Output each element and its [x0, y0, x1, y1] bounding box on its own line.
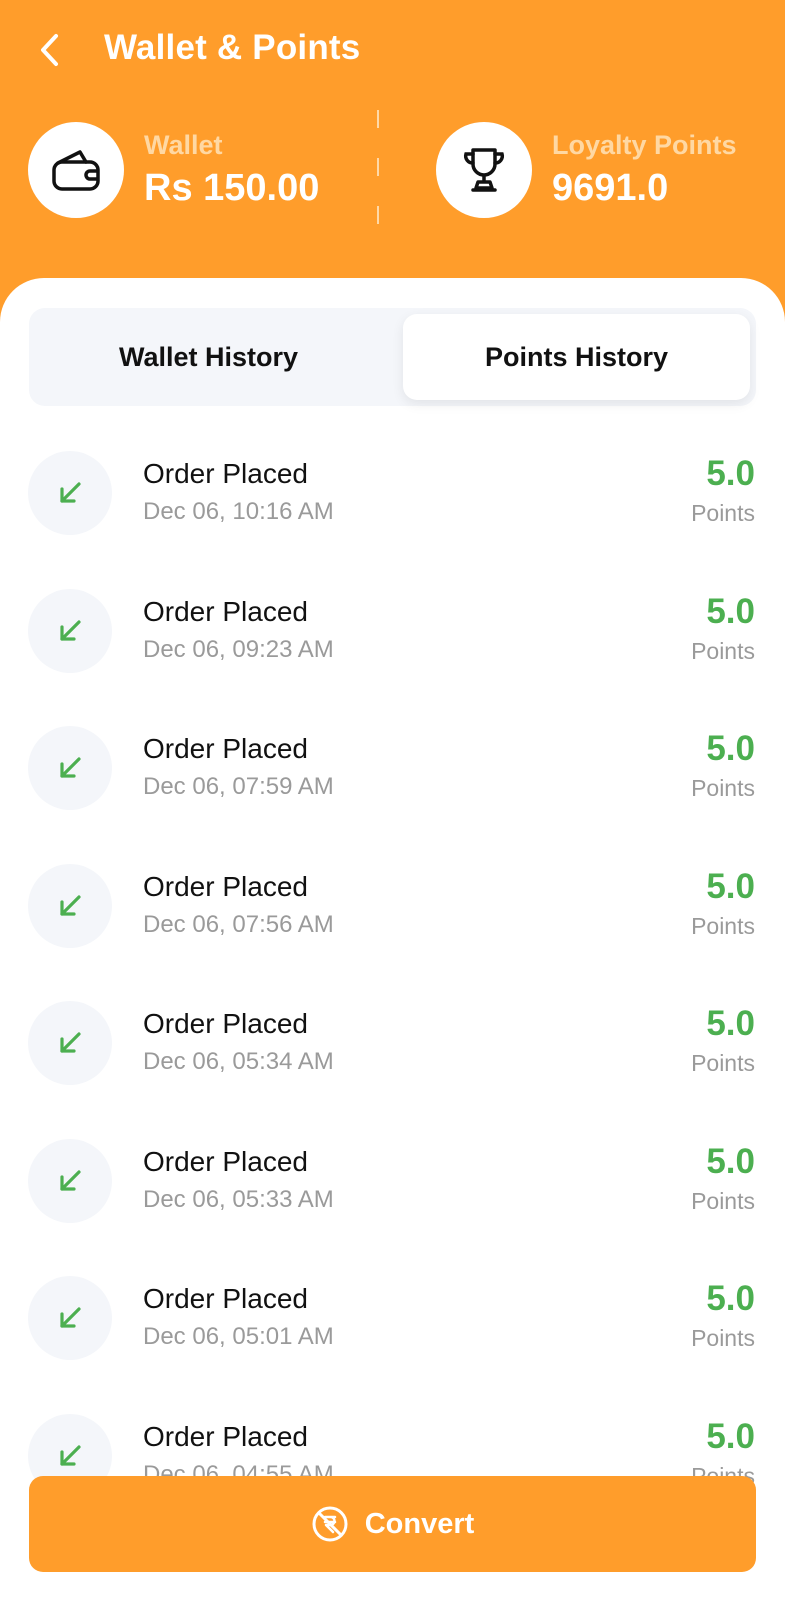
transaction-unit: Points [691, 637, 755, 664]
history-sheet: Wallet History Points History Order Plac… [0, 278, 785, 1600]
arrow-down-left-icon [60, 1169, 81, 1191]
tab-points-history[interactable]: Points History [403, 314, 750, 400]
transaction-unit: Points [691, 1050, 755, 1076]
list-item[interactable]: Order Placed Dec 06, 10:16 AM 5.0 Points [0, 438, 785, 576]
trophy-icon [463, 148, 505, 192]
transaction-title: Order Placed [143, 1145, 308, 1177]
transaction-unit: Points [691, 912, 755, 939]
wallet-text: Wallet Rs 150.00 [144, 130, 319, 210]
transaction-icon-circle [28, 1138, 112, 1223]
arrow-down-left-icon [60, 1307, 81, 1328]
convert-label: Convert [364, 1507, 475, 1540]
transaction-amount: 5.0 [706, 866, 755, 906]
page-title: Wallet & Points [104, 28, 361, 67]
transaction-icon-circle [28, 1001, 112, 1085]
arrow-down-left-icon [60, 1032, 81, 1053]
transaction-time: Dec 06, 05:33 AM [143, 1185, 334, 1213]
history-tabs: Wallet History Points History [29, 308, 756, 406]
transaction-title: Order Placed [143, 458, 308, 489]
convert-button[interactable]: Convert [29, 1476, 756, 1572]
arrow-down-left-icon [60, 482, 81, 503]
transaction-icon-circle [28, 451, 112, 535]
back-button[interactable] [32, 30, 68, 70]
transaction-amount: 5.0 [706, 1416, 755, 1456]
transaction-title: Order Placed [143, 1283, 308, 1314]
transaction-title: Order Placed [143, 733, 308, 764]
transaction-unit: Points [691, 500, 755, 526]
no-currency-icon [312, 1506, 348, 1542]
list-item[interactable]: Order Placed Dec 06, 07:59 AM 5.0 Points [0, 713, 785, 851]
summary-divider [377, 110, 379, 225]
points-history-list: Order Placed Dec 06, 10:16 AM 5.0 Points Ord… [0, 438, 785, 1600]
wallet-label: Wallet [144, 130, 223, 160]
list-item[interactable]: Order Placed Dec 06, 05:34 AM 5.0 Points [0, 988, 785, 1126]
transaction-title: Order Placed [143, 595, 308, 627]
transaction-icon-circle [28, 726, 112, 810]
points-summary: Loyalty Points 9691.0 [436, 110, 737, 230]
transaction-amount: 5.0 [706, 454, 755, 493]
wallet-summary: Wallet Rs 150.00 [28, 110, 319, 230]
trophy-icon-circle [436, 122, 532, 218]
transaction-unit: Points [691, 1325, 755, 1351]
arrow-down-left-icon [60, 1444, 81, 1466]
transaction-time: Dec 06, 09:23 AM [143, 635, 334, 663]
points-label: Loyalty Points [552, 130, 737, 160]
transaction-time: Dec 06, 10:16 AM [143, 498, 334, 525]
wallet-icon-circle [28, 122, 124, 218]
wallet-balance: Rs 150.00 [144, 167, 320, 209]
wallet-icon [52, 150, 100, 191]
transaction-amount: 5.0 [706, 591, 755, 631]
transaction-unit: Points [691, 1187, 755, 1214]
points-balance: 9691.0 [552, 167, 669, 209]
chevron-left-icon [41, 34, 58, 66]
points-text: Loyalty Points 9691.0 [552, 130, 737, 210]
arrow-down-left-icon [60, 757, 81, 778]
transaction-icon-circle [28, 863, 112, 948]
transaction-time: Dec 06, 05:01 AM [143, 1323, 334, 1350]
arrow-down-left-icon [60, 894, 81, 916]
transaction-icon-circle [28, 588, 112, 673]
transaction-title: Order Placed [143, 870, 308, 902]
transaction-time: Dec 06, 07:56 AM [143, 910, 334, 938]
balance-summary: Wallet Rs 150.00 Loyalty Points 9691.0 [0, 110, 785, 230]
transaction-amount: 5.0 [706, 1004, 755, 1043]
transaction-time: Dec 06, 07:59 AM [143, 773, 334, 800]
list-item[interactable]: Order Placed Dec 06, 05:01 AM 5.0 Points [0, 1263, 785, 1401]
transaction-title: Order Placed [143, 1420, 308, 1452]
transaction-amount: 5.0 [706, 729, 755, 768]
transaction-time: Dec 06, 05:34 AM [143, 1048, 334, 1075]
transaction-icon-circle [28, 1276, 112, 1360]
transaction-title: Order Placed [143, 1008, 308, 1039]
wallet-points-screen: Wallet & Points Wallet Rs 150.00 Loyalty… [0, 0, 785, 1600]
transaction-amount: 5.0 [706, 1279, 755, 1318]
tab-wallet-history[interactable]: Wallet History [35, 314, 382, 400]
list-item[interactable]: Order Placed Dec 06, 09:23 AM 5.0 Points [0, 576, 785, 714]
list-item[interactable]: Order Placed Dec 06, 07:56 AM 5.0 Points [0, 851, 785, 989]
arrow-down-left-icon [60, 619, 81, 641]
list-item[interactable]: Order Placed Dec 06, 05:33 AM 5.0 Points [0, 1126, 785, 1264]
transaction-amount: 5.0 [706, 1141, 755, 1181]
transaction-unit: Points [691, 775, 755, 801]
